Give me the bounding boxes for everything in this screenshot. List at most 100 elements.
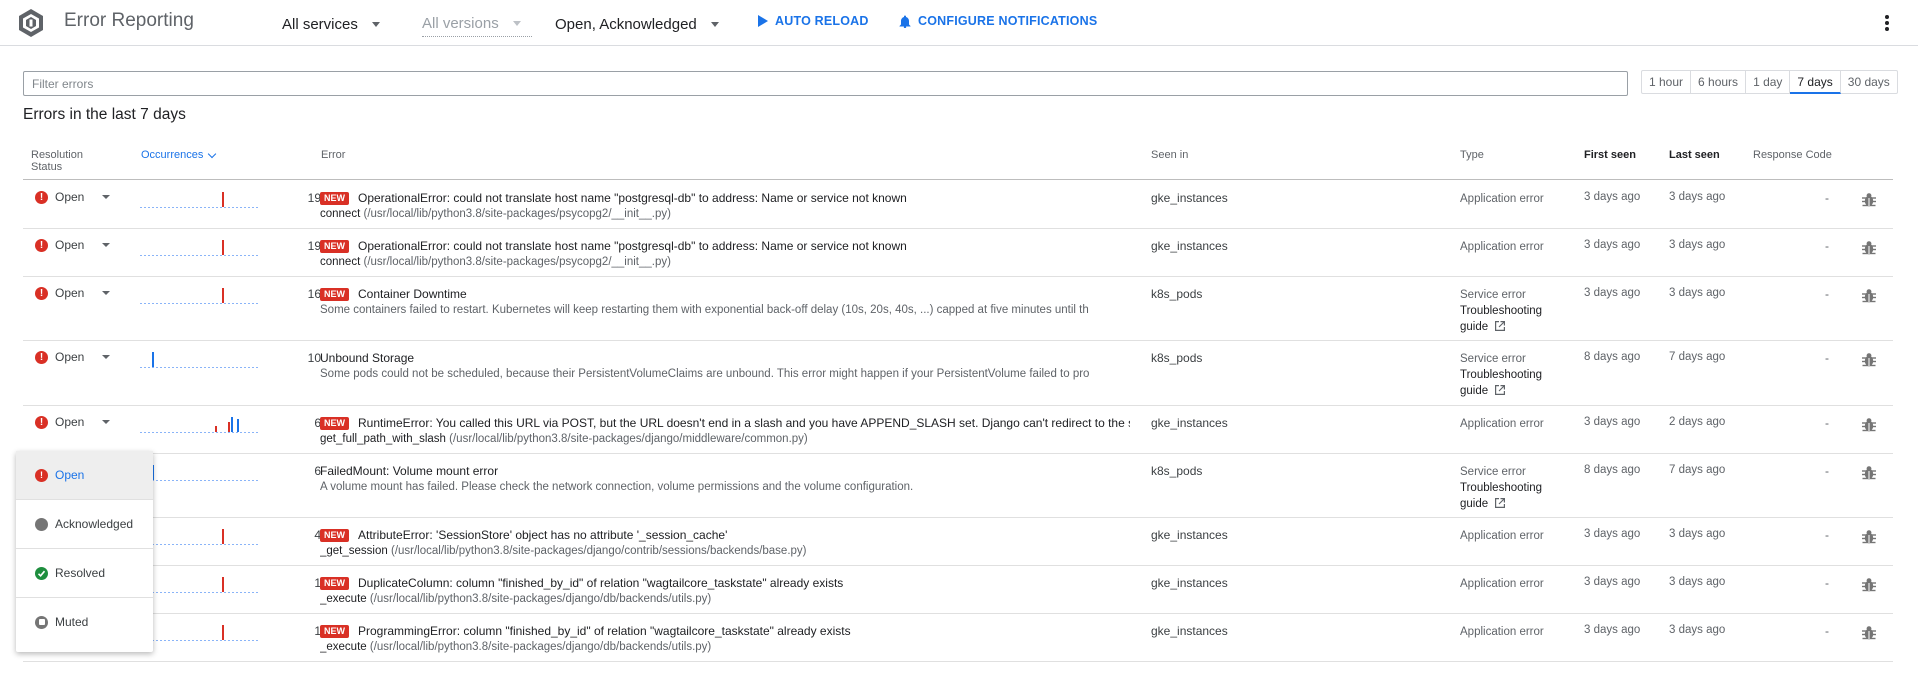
error-summary[interactable]: NEW AttributeError: 'SessionStore' object…: [320, 527, 1130, 559]
error-type-label: Service error: [1460, 289, 1526, 301]
menu-item-resolved[interactable]: Resolved: [16, 549, 153, 597]
range-7-days[interactable]: 7 days: [1790, 70, 1841, 94]
services-select-label: All services: [282, 15, 358, 33]
error-function: _execute: [320, 641, 367, 653]
resolution-status-select[interactable]: ! Open: [35, 238, 111, 252]
occurrence-count: 16: [307, 287, 321, 301]
table-row[interactable]: ! Open 6 NEW RuntimeError: You called this U…: [23, 405, 1893, 453]
more-options-icon[interactable]: [1884, 14, 1890, 32]
last-seen: 3 days ago: [1669, 287, 1726, 299]
chevron-down-icon: [102, 420, 111, 424]
bug-icon[interactable]: [1860, 576, 1878, 594]
bug-icon[interactable]: [1860, 416, 1878, 434]
error-summary[interactable]: NEW ProgrammingError: column "finished_by…: [320, 623, 1130, 655]
bug-icon[interactable]: [1860, 624, 1878, 642]
menu-item-open[interactable]: ! Open: [16, 451, 153, 499]
resolution-status-select[interactable]: ! Open: [35, 190, 111, 204]
troubleshooting-guide-link[interactable]: Troubleshooting guide: [1460, 367, 1542, 399]
resolution-status-select[interactable]: ! Open: [35, 350, 111, 364]
column-first-seen[interactable]: First seen: [1584, 149, 1636, 161]
sort-chevron-down-icon: [208, 149, 217, 158]
error-type-label: Application error: [1460, 418, 1544, 430]
table-row[interactable]: ! Open 19 NEW OperationalError: could not tr…: [23, 228, 1893, 276]
column-response-code: Response Code: [1753, 149, 1832, 161]
occurrence-count: 19: [307, 239, 321, 253]
last-seen: 3 days ago: [1669, 191, 1726, 203]
error-summary[interactable]: NEW Container Downtime Some containers fai…: [320, 286, 1130, 318]
error-type: Service error Troubleshooting guide: [1460, 464, 1542, 512]
occurrences-sparkline: [140, 465, 260, 481]
table-row[interactable]: 1 NEW DuplicateColumn: column "finished_by…: [23, 565, 1893, 613]
error-location: (/usr/local/lib/python3.8/site-packages/…: [369, 593, 712, 605]
response-code: -: [1825, 416, 1829, 430]
resolution-status-select[interactable]: ! Open: [35, 415, 111, 429]
error-summary[interactable]: NEW OperationalError: could not translate…: [320, 238, 1130, 270]
chevron-down-icon: [102, 355, 111, 359]
table-row[interactable]: 1 NEW ProgrammingError: column "finished_b…: [23, 613, 1893, 661]
bug-icon[interactable]: [1860, 351, 1878, 369]
new-badge: NEW: [320, 528, 349, 542]
resolution-status-select[interactable]: ! Open: [35, 286, 111, 300]
troubleshooting-guide-link[interactable]: Troubleshooting guide: [1460, 303, 1542, 335]
error-type: Application error: [1460, 576, 1544, 592]
bug-icon[interactable]: [1860, 239, 1878, 257]
range-1-day[interactable]: 1 day: [1746, 70, 1791, 94]
error-type-label: Service error: [1460, 353, 1526, 365]
error-summary[interactable]: FailedMount: Volume mount error A volume …: [320, 463, 1130, 495]
configure-notifications-button[interactable]: CONFIGURE NOTIFICATIONS: [899, 14, 1097, 28]
occurrences-sparkline: [140, 625, 260, 641]
new-badge: NEW: [320, 416, 349, 430]
troubleshooting-guide-link[interactable]: Troubleshooting guide: [1460, 480, 1542, 512]
table-row[interactable]: ! Open 10 Unbound Storage Some pods could no…: [23, 340, 1893, 405]
new-badge: NEW: [320, 239, 349, 253]
first-seen: 3 days ago: [1584, 528, 1641, 540]
seen-in: gke_instances: [1151, 416, 1228, 430]
error-summary[interactable]: NEW DuplicateColumn: column "finished_by_…: [320, 575, 1130, 607]
sparkline-bar: [152, 352, 154, 367]
muted-square-icon: [35, 615, 48, 629]
table-row[interactable]: ! Open 16 NEW Container Downtime Some contain…: [23, 276, 1893, 340]
resolution-status-label: Open: [55, 286, 85, 300]
sparkline-bar: [228, 422, 230, 432]
column-resolution-status-line2: Status: [31, 161, 63, 173]
column-occurrences-sort[interactable]: Occurrences: [141, 149, 217, 161]
bell-icon: [899, 15, 911, 28]
menu-item-acknowledged[interactable]: Acknowledged: [16, 500, 153, 548]
bug-icon[interactable]: [1860, 287, 1878, 305]
error-summary[interactable]: Unbound Storage Some pods could not be sc…: [320, 350, 1130, 382]
seen-in: k8s_pods: [1151, 351, 1203, 365]
table-row[interactable]: 6 FailedMount: Volume mount error A volume…: [23, 453, 1893, 517]
error-summary[interactable]: NEW OperationalError: could not translate…: [320, 190, 1130, 222]
table-row[interactable]: 4 NEW AttributeError: 'SessionStore' objec…: [23, 517, 1893, 565]
range-1-hour[interactable]: 1 hour: [1641, 70, 1692, 94]
occurrences-sparkline: [140, 192, 260, 208]
services-select[interactable]: All services: [282, 11, 380, 37]
error-summary[interactable]: NEW RuntimeError: You called this URL via…: [320, 415, 1130, 447]
filter-errors-input[interactable]: [23, 71, 1628, 96]
chevron-down-icon: [710, 21, 719, 27]
first-seen: 3 days ago: [1584, 624, 1641, 636]
bug-icon[interactable]: [1860, 191, 1878, 209]
menu-item-acknowledged-label: Acknowledged: [55, 517, 134, 531]
response-code: -: [1825, 624, 1829, 638]
range-30-days[interactable]: 30 days: [1840, 70, 1898, 94]
table-row[interactable]: ! Open 19 NEW OperationalError: could not tr…: [23, 180, 1893, 228]
menu-item-muted[interactable]: Muted: [16, 598, 153, 646]
resolution-status-label: Open: [55, 190, 85, 204]
auto-reload-button[interactable]: AUTO RELOAD: [757, 14, 869, 28]
sparkline-bar: [222, 529, 224, 544]
error-title: Unbound Storage: [320, 351, 415, 365]
versions-select[interactable]: All versions: [422, 11, 532, 37]
occurrence-count: 1: [314, 624, 321, 638]
range-6-hours[interactable]: 6 hours: [1691, 70, 1747, 94]
acknowledged-circle-icon: [35, 517, 48, 531]
column-last-seen[interactable]: Last seen: [1669, 149, 1720, 161]
status-filter-select[interactable]: Open, Acknowledged: [555, 11, 719, 37]
error-circle-icon: !: [35, 286, 48, 300]
bug-icon[interactable]: [1860, 464, 1878, 482]
bug-icon[interactable]: [1860, 528, 1878, 546]
menu-item-muted-label: Muted: [55, 615, 89, 629]
error-circle-icon: !: [35, 190, 48, 204]
error-type: Application error: [1460, 191, 1544, 207]
error-type-label: Application error: [1460, 193, 1544, 205]
